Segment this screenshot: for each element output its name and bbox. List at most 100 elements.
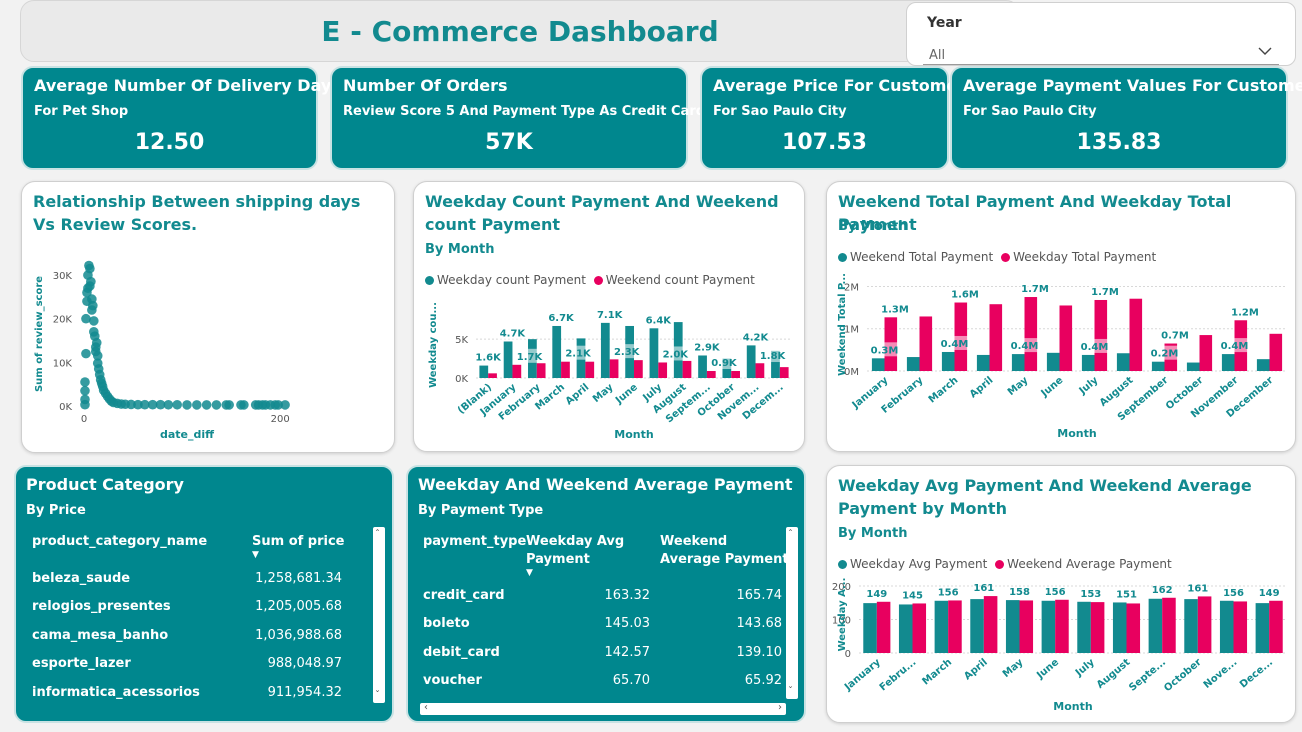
- scatter-chart[interactable]: 0K 10K 20K 30K 0 200 date_diff Sum of review_sc…: [22, 182, 394, 452]
- table-cell: 139.10: [736, 645, 783, 660]
- year-slicer-label: Year: [927, 15, 962, 31]
- bar: [634, 360, 643, 378]
- product-category-table-card: Product Category By Price product_catego…: [14, 465, 394, 723]
- weekend-total-chart[interactable]: 0M1M2MJanuaryFebruary March April May June Ju…: [827, 182, 1295, 451]
- x-axis-label: Month: [614, 428, 653, 441]
- data-label: 0.4M: [1081, 342, 1109, 353]
- data-label: 1.7M: [1021, 284, 1049, 295]
- x-tick-label: May: [1001, 657, 1026, 680]
- x-tick-label: May: [591, 382, 616, 405]
- scatter-point: [80, 377, 90, 387]
- column-header-sum-price[interactable]: Sum of price ▼: [252, 533, 345, 560]
- bar: [871, 358, 885, 371]
- scroll-down-icon[interactable]: ˇ: [788, 686, 793, 697]
- bar: [1151, 361, 1165, 371]
- bar: [552, 325, 562, 378]
- weekday-avg-chart[interactable]: 0100200JanuaryFebru... March April May June J…: [827, 466, 1295, 722]
- scatter-point: [91, 337, 102, 348]
- x-tick-label: Febru...: [878, 657, 919, 694]
- kpi-title: Average Price For Customer: [713, 76, 966, 95]
- x-tick-label: 0: [81, 414, 87, 425]
- table-cell: voucher: [423, 673, 482, 688]
- bar: [503, 341, 513, 378]
- bar: [755, 363, 765, 378]
- table-cell: relogios_presentes: [32, 599, 171, 614]
- weekday-count-chart[interactable]: 0K5K(Blank)JanuaryFebruaryMarchApril MayJ…: [414, 182, 804, 451]
- scroll-up-icon[interactable]: ˆ: [788, 529, 793, 540]
- x-axis-label: Month: [1057, 427, 1096, 440]
- x-tick-label: Nove...: [1202, 657, 1240, 691]
- bar: [1019, 600, 1034, 653]
- bar: [1077, 601, 1091, 653]
- kpi-value: 57K: [485, 130, 533, 155]
- scatter-point: [192, 400, 202, 410]
- bar: [1041, 600, 1056, 653]
- product-table-subtitle: By Price: [26, 503, 86, 518]
- bar: [479, 365, 489, 378]
- vertical-scrollbar[interactable]: ˆ ˇ: [786, 527, 798, 699]
- bar: [1011, 354, 1025, 371]
- year-dropdown[interactable]: All: [923, 41, 1279, 65]
- column-header-weekday-avg[interactable]: Weekday Avg Payment ▼: [526, 533, 636, 578]
- bar: [649, 328, 659, 378]
- table-cell: 143.68: [736, 616, 783, 631]
- bar: [731, 371, 740, 378]
- x-tick-label: July: [1077, 375, 1101, 398]
- data-label: 2.0K: [663, 349, 690, 360]
- data-label: 4.2K: [743, 332, 770, 343]
- bar: [779, 367, 789, 378]
- column-header-category[interactable]: product_category_name: [32, 533, 207, 551]
- y-tick-label: 0K: [455, 374, 468, 385]
- data-label: 2.9K: [694, 342, 721, 353]
- x-axis-label: date_diff: [160, 428, 214, 441]
- column-header-weekend-avg[interactable]: Weekend Average Payment: [660, 533, 790, 569]
- horizontal-scrollbar[interactable]: ‹ ›: [420, 702, 786, 715]
- scroll-left-icon[interactable]: ‹: [424, 702, 428, 713]
- y-tick-label: 5K: [455, 335, 468, 346]
- product-table-title: Product Category: [26, 475, 184, 494]
- table-cell: 1,205,005.68: [255, 599, 342, 614]
- scroll-up-icon[interactable]: ˆ: [375, 529, 380, 540]
- sort-down-icon: ▼: [526, 568, 533, 578]
- kpi-subtitle: For Sao Paulo City: [963, 104, 1097, 119]
- x-tick-label: April: [962, 657, 990, 683]
- bar: [488, 373, 497, 378]
- y-tick-label: 0K: [59, 402, 72, 413]
- bar: [512, 364, 522, 378]
- bar: [585, 361, 595, 378]
- scatter-point: [224, 400, 234, 410]
- scroll-right-icon[interactable]: ›: [778, 702, 782, 713]
- table-cell: cama_mesa_banho: [32, 628, 169, 643]
- data-label: 7.1K: [597, 310, 624, 321]
- y-tick-label: 30K: [53, 271, 73, 282]
- bar: [1162, 597, 1176, 653]
- data-label: 6.4K: [646, 315, 673, 326]
- scatter-point: [80, 385, 90, 396]
- year-dropdown-value: All: [929, 48, 946, 63]
- kpi-value: 12.50: [134, 130, 205, 155]
- bar: [536, 363, 546, 378]
- data-label: 151: [1116, 589, 1137, 600]
- x-tick-label: October: [1162, 657, 1204, 694]
- bar: [863, 603, 877, 653]
- avg-table-title: Weekday And Weekend Average Payment: [418, 475, 793, 494]
- vertical-scrollbar[interactable]: ˆ ˇ: [373, 527, 385, 703]
- kpi-title: Average Payment Values For Customer: [963, 76, 1302, 95]
- bar: [1116, 353, 1130, 371]
- bar: [976, 354, 990, 371]
- chevron-down-icon[interactable]: [1257, 43, 1273, 59]
- data-label: 161: [1187, 583, 1208, 594]
- y-axis-label: Weekday cou...: [428, 302, 439, 388]
- column-header-payment-type[interactable]: payment_type: [423, 533, 526, 551]
- bar: [1219, 600, 1234, 653]
- x-tick-label: May: [1006, 375, 1031, 398]
- bar: [1024, 297, 1038, 371]
- data-label: 4.7K: [500, 329, 527, 340]
- x-tick-label: April: [968, 375, 996, 401]
- table-cell: informatica_acessorios: [32, 685, 200, 700]
- data-label: 153: [1080, 589, 1101, 600]
- data-label: 1.7K: [517, 352, 544, 363]
- scroll-down-icon[interactable]: ˇ: [375, 690, 380, 701]
- bar: [1269, 333, 1283, 371]
- bar: [876, 601, 891, 653]
